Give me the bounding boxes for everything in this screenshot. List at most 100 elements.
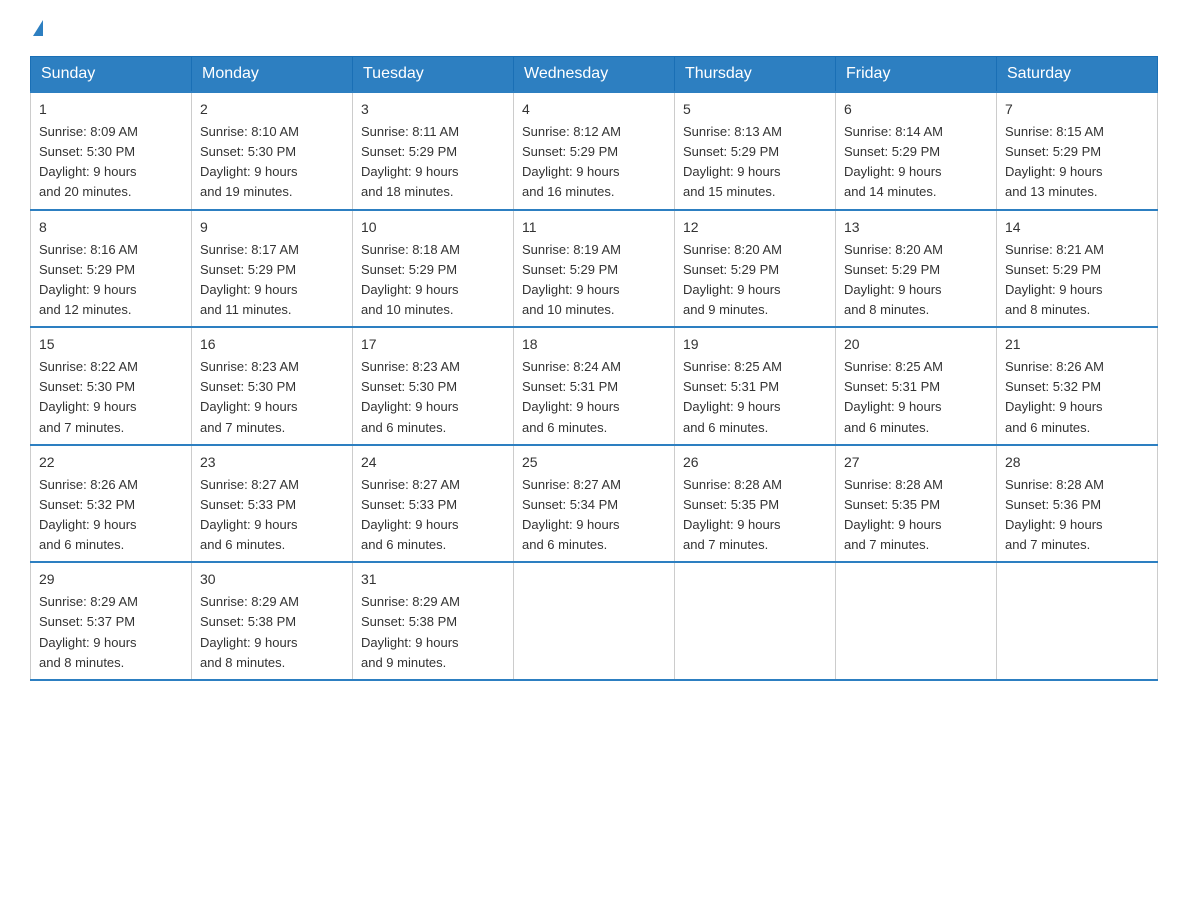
day-number: 12 [683,217,827,238]
day-info: Sunrise: 8:11 AMSunset: 5:29 PMDaylight:… [361,124,459,199]
calendar-cell: 31 Sunrise: 8:29 AMSunset: 5:38 PMDaylig… [353,562,514,680]
header-day-thursday: Thursday [675,57,836,93]
day-info: Sunrise: 8:23 AMSunset: 5:30 PMDaylight:… [361,359,460,434]
day-number: 1 [39,99,183,120]
day-info: Sunrise: 8:10 AMSunset: 5:30 PMDaylight:… [200,124,299,199]
calendar-table: SundayMondayTuesdayWednesdayThursdayFrid… [30,56,1158,681]
week-row-4: 22 Sunrise: 8:26 AMSunset: 5:32 PMDaylig… [31,445,1158,563]
calendar-body: 1 Sunrise: 8:09 AMSunset: 5:30 PMDayligh… [31,92,1158,680]
day-info: Sunrise: 8:26 AMSunset: 5:32 PMDaylight:… [39,477,138,552]
day-number: 8 [39,217,183,238]
calendar-cell: 21 Sunrise: 8:26 AMSunset: 5:32 PMDaylig… [997,327,1158,445]
logo [30,20,43,36]
day-info: Sunrise: 8:29 AMSunset: 5:38 PMDaylight:… [200,594,299,669]
day-info: Sunrise: 8:16 AMSunset: 5:29 PMDaylight:… [39,242,138,317]
calendar-cell: 28 Sunrise: 8:28 AMSunset: 5:36 PMDaylig… [997,445,1158,563]
day-number: 11 [522,217,666,238]
header-day-wednesday: Wednesday [514,57,675,93]
day-info: Sunrise: 8:27 AMSunset: 5:33 PMDaylight:… [361,477,460,552]
day-info: Sunrise: 8:26 AMSunset: 5:32 PMDaylight:… [1005,359,1104,434]
day-info: Sunrise: 8:13 AMSunset: 5:29 PMDaylight:… [683,124,782,199]
day-number: 25 [522,452,666,473]
calendar-cell: 30 Sunrise: 8:29 AMSunset: 5:38 PMDaylig… [192,562,353,680]
calendar-cell: 19 Sunrise: 8:25 AMSunset: 5:31 PMDaylig… [675,327,836,445]
day-info: Sunrise: 8:20 AMSunset: 5:29 PMDaylight:… [683,242,782,317]
calendar-cell: 11 Sunrise: 8:19 AMSunset: 5:29 PMDaylig… [514,210,675,328]
day-info: Sunrise: 8:29 AMSunset: 5:38 PMDaylight:… [361,594,460,669]
calendar-cell: 4 Sunrise: 8:12 AMSunset: 5:29 PMDayligh… [514,92,675,210]
day-number: 15 [39,334,183,355]
day-info: Sunrise: 8:19 AMSunset: 5:29 PMDaylight:… [522,242,621,317]
calendar-cell: 5 Sunrise: 8:13 AMSunset: 5:29 PMDayligh… [675,92,836,210]
day-info: Sunrise: 8:25 AMSunset: 5:31 PMDaylight:… [683,359,782,434]
day-number: 28 [1005,452,1149,473]
day-info: Sunrise: 8:27 AMSunset: 5:33 PMDaylight:… [200,477,299,552]
day-info: Sunrise: 8:28 AMSunset: 5:35 PMDaylight:… [683,477,782,552]
calendar-cell: 12 Sunrise: 8:20 AMSunset: 5:29 PMDaylig… [675,210,836,328]
calendar-cell [514,562,675,680]
day-number: 3 [361,99,505,120]
calendar-cell [997,562,1158,680]
day-number: 5 [683,99,827,120]
day-info: Sunrise: 8:12 AMSunset: 5:29 PMDaylight:… [522,124,621,199]
day-info: Sunrise: 8:25 AMSunset: 5:31 PMDaylight:… [844,359,943,434]
calendar-cell: 6 Sunrise: 8:14 AMSunset: 5:29 PMDayligh… [836,92,997,210]
day-number: 9 [200,217,344,238]
header-day-friday: Friday [836,57,997,93]
day-number: 6 [844,99,988,120]
day-info: Sunrise: 8:28 AMSunset: 5:35 PMDaylight:… [844,477,943,552]
calendar-cell: 15 Sunrise: 8:22 AMSunset: 5:30 PMDaylig… [31,327,192,445]
calendar-cell: 13 Sunrise: 8:20 AMSunset: 5:29 PMDaylig… [836,210,997,328]
calendar-cell [675,562,836,680]
day-number: 29 [39,569,183,590]
day-info: Sunrise: 8:17 AMSunset: 5:29 PMDaylight:… [200,242,299,317]
calendar-cell: 8 Sunrise: 8:16 AMSunset: 5:29 PMDayligh… [31,210,192,328]
calendar-cell: 17 Sunrise: 8:23 AMSunset: 5:30 PMDaylig… [353,327,514,445]
calendar-cell: 29 Sunrise: 8:29 AMSunset: 5:37 PMDaylig… [31,562,192,680]
day-number: 7 [1005,99,1149,120]
day-number: 13 [844,217,988,238]
calendar-cell: 23 Sunrise: 8:27 AMSunset: 5:33 PMDaylig… [192,445,353,563]
day-number: 14 [1005,217,1149,238]
day-number: 23 [200,452,344,473]
calendar-cell: 14 Sunrise: 8:21 AMSunset: 5:29 PMDaylig… [997,210,1158,328]
day-info: Sunrise: 8:20 AMSunset: 5:29 PMDaylight:… [844,242,943,317]
calendar-cell: 20 Sunrise: 8:25 AMSunset: 5:31 PMDaylig… [836,327,997,445]
day-info: Sunrise: 8:22 AMSunset: 5:30 PMDaylight:… [39,359,138,434]
day-number: 19 [683,334,827,355]
calendar-cell: 26 Sunrise: 8:28 AMSunset: 5:35 PMDaylig… [675,445,836,563]
day-info: Sunrise: 8:28 AMSunset: 5:36 PMDaylight:… [1005,477,1104,552]
calendar-header: SundayMondayTuesdayWednesdayThursdayFrid… [31,57,1158,93]
calendar-cell: 25 Sunrise: 8:27 AMSunset: 5:34 PMDaylig… [514,445,675,563]
header-row: SundayMondayTuesdayWednesdayThursdayFrid… [31,57,1158,93]
day-number: 17 [361,334,505,355]
day-number: 16 [200,334,344,355]
week-row-1: 1 Sunrise: 8:09 AMSunset: 5:30 PMDayligh… [31,92,1158,210]
header-day-monday: Monday [192,57,353,93]
day-info: Sunrise: 8:14 AMSunset: 5:29 PMDaylight:… [844,124,943,199]
logo-triangle-icon [33,20,43,36]
calendar-cell: 22 Sunrise: 8:26 AMSunset: 5:32 PMDaylig… [31,445,192,563]
calendar-cell [836,562,997,680]
day-number: 21 [1005,334,1149,355]
day-info: Sunrise: 8:09 AMSunset: 5:30 PMDaylight:… [39,124,138,199]
day-number: 31 [361,569,505,590]
day-number: 27 [844,452,988,473]
day-info: Sunrise: 8:23 AMSunset: 5:30 PMDaylight:… [200,359,299,434]
calendar-cell: 3 Sunrise: 8:11 AMSunset: 5:29 PMDayligh… [353,92,514,210]
day-number: 18 [522,334,666,355]
header-day-saturday: Saturday [997,57,1158,93]
calendar-cell: 27 Sunrise: 8:28 AMSunset: 5:35 PMDaylig… [836,445,997,563]
day-number: 24 [361,452,505,473]
calendar-cell: 7 Sunrise: 8:15 AMSunset: 5:29 PMDayligh… [997,92,1158,210]
day-info: Sunrise: 8:24 AMSunset: 5:31 PMDaylight:… [522,359,621,434]
calendar-cell: 10 Sunrise: 8:18 AMSunset: 5:29 PMDaylig… [353,210,514,328]
day-number: 30 [200,569,344,590]
header-day-tuesday: Tuesday [353,57,514,93]
header-day-sunday: Sunday [31,57,192,93]
calendar-cell: 2 Sunrise: 8:10 AMSunset: 5:30 PMDayligh… [192,92,353,210]
page-header [30,20,1158,36]
calendar-cell: 9 Sunrise: 8:17 AMSunset: 5:29 PMDayligh… [192,210,353,328]
day-number: 2 [200,99,344,120]
day-number: 26 [683,452,827,473]
